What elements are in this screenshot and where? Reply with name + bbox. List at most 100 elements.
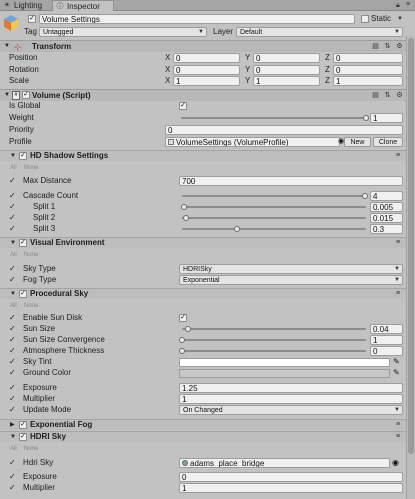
preset-icon[interactable]: ⇅ — [384, 43, 391, 50]
sun-size-field[interactable]: 0.04 — [370, 324, 403, 334]
exponential-fog-header[interactable]: ▶ ✓ Exponential Fog ≡ — [0, 419, 406, 430]
weight-slider-knob[interactable] — [363, 115, 369, 121]
cascade-count-slider-knob[interactable] — [362, 193, 368, 199]
override-checkmark[interactable]: ✓ — [9, 405, 16, 415]
override-checkmark[interactable]: ✓ — [9, 394, 16, 404]
help-book-icon[interactable]: ▤ — [372, 92, 379, 99]
sun-size-slider-track[interactable] — [182, 328, 366, 330]
eyedropper-icon[interactable]: ✎ — [393, 368, 400, 378]
override-checkmark[interactable]: ✓ — [9, 335, 16, 345]
clone-profile-button[interactable]: Clone — [373, 137, 403, 147]
component-menu-icon[interactable]: ≡ — [396, 421, 400, 429]
eyedropper-icon[interactable]: ✎ — [393, 357, 400, 367]
cascade-count-slider-track[interactable] — [182, 195, 366, 197]
fog-type-dropdown[interactable]: Exponential ▼ — [179, 275, 403, 285]
all-toggle[interactable]: All — [10, 164, 17, 172]
override-checkmark[interactable]: ✓ — [9, 313, 16, 323]
visual-environment-header[interactable]: ▼ ✓ Visual Environment ≡ — [0, 237, 406, 248]
gameobject-active-checkbox[interactable]: ✓ — [28, 15, 36, 23]
split2-field[interactable]: 0.015 — [370, 213, 403, 223]
transform-header[interactable]: ▼ ⊹ Transform ▤ ⇅ ⚙ — [0, 40, 406, 52]
split1-slider-track[interactable] — [182, 206, 366, 208]
tag-dropdown[interactable]: Untagged ▼ — [39, 27, 207, 37]
sun-size-convergence-field[interactable]: 1 — [370, 335, 403, 345]
split3-field[interactable]: 0.3 — [370, 224, 403, 234]
override-checkmark[interactable]: ✓ — [9, 202, 16, 212]
split2-slider-knob[interactable] — [183, 215, 189, 221]
split3-slider-knob[interactable] — [234, 226, 240, 232]
override-checkmark[interactable]: ✓ — [9, 483, 16, 493]
scale-z-field[interactable]: 1 — [333, 76, 403, 86]
component-menu-icon[interactable]: ≡ — [396, 290, 400, 298]
override-checkmark[interactable]: ✓ — [9, 383, 16, 393]
override-checkmark[interactable]: ✓ — [9, 357, 16, 367]
component-menu-icon[interactable]: ≡ — [396, 239, 400, 247]
preset-icon[interactable]: ⇅ — [384, 92, 391, 99]
procedural-sky-enabled-checkbox[interactable]: ✓ — [19, 290, 27, 298]
lock-icon[interactable]: 🔒︎ — [396, 2, 400, 10]
all-toggle[interactable]: All — [10, 302, 17, 310]
split1-field[interactable]: 0.005 — [370, 202, 403, 212]
sun-size-convergence-slider-knob[interactable] — [179, 337, 185, 343]
max-distance-field[interactable]: 700 — [179, 176, 403, 186]
all-toggle[interactable]: All — [10, 445, 17, 453]
object-picker-icon[interactable]: ◉ — [392, 458, 399, 468]
override-checkmark[interactable]: ✓ — [9, 458, 16, 468]
priority-field[interactable]: 0 — [165, 125, 403, 135]
hdri-sky-field[interactable]: adams_place_bridge — [179, 458, 390, 468]
help-book-icon[interactable]: ▤ — [372, 43, 379, 50]
sky-tint-color-field[interactable] — [179, 358, 390, 367]
sky-type-dropdown[interactable]: HDRISky ▼ — [179, 264, 403, 274]
hdri-sky-header[interactable]: ▼ ✓ HDRI Sky ≡ — [0, 431, 406, 442]
component-menu-icon[interactable]: ≡ — [396, 152, 400, 160]
static-checkbox[interactable] — [361, 15, 369, 23]
split1-slider-knob[interactable] — [181, 204, 187, 210]
gear-icon[interactable]: ⚙ — [396, 92, 403, 99]
override-checkmark[interactable]: ✓ — [9, 346, 16, 356]
volume-enabled-checkbox[interactable]: ✓ — [22, 91, 30, 99]
procedural-sky-header[interactable]: ▼ ✓ Procedural Sky ≡ — [0, 288, 406, 299]
new-profile-button[interactable]: New — [344, 137, 371, 147]
override-checkmark[interactable]: ✓ — [9, 368, 16, 378]
atmosphere-thickness-field[interactable]: 0 — [370, 346, 403, 356]
scale-y-field[interactable]: 1 — [253, 76, 320, 86]
hdri-multiplier-field[interactable]: 1 — [179, 483, 403, 493]
override-checkmark[interactable]: ✓ — [9, 224, 16, 234]
scrollbar-thumb[interactable] — [408, 38, 414, 454]
component-menu-icon[interactable]: ≡ — [396, 433, 400, 441]
override-checkmark[interactable]: ✓ — [9, 472, 16, 482]
split2-slider-track[interactable] — [182, 217, 366, 219]
all-toggle[interactable]: All — [10, 251, 17, 259]
enable-sun-disk-checkbox[interactable]: ✓ — [179, 314, 187, 322]
profile-field[interactable]: VolumeSettings (VolumeProfile) — [165, 137, 340, 147]
volume-header[interactable]: ▼ # ✓ Volume (Script) ▤ ⇅ ⚙ — [0, 89, 406, 101]
override-checkmark[interactable]: ✓ — [9, 191, 16, 201]
position-z-field[interactable]: 0 — [333, 53, 403, 63]
update-mode-dropdown[interactable]: On Changed ▼ — [179, 405, 403, 415]
is-global-checkbox[interactable]: ✓ — [179, 102, 187, 110]
override-checkmark[interactable]: ✓ — [9, 213, 16, 223]
rotation-y-field[interactable]: 0 — [253, 65, 320, 75]
tab-inspector[interactable]: ⓘ Inspector — [52, 0, 114, 11]
visual-environment-enabled-checkbox[interactable]: ✓ — [19, 239, 27, 247]
exposure-field[interactable]: 1.25 — [179, 383, 403, 393]
rotation-z-field[interactable]: 0 — [333, 65, 403, 75]
override-checkmark[interactable]: ✓ — [9, 324, 16, 334]
atmosphere-thickness-slider-track[interactable] — [182, 350, 366, 352]
ground-color-field[interactable] — [179, 369, 390, 378]
hd-shadow-enabled-checkbox[interactable]: ✓ — [19, 152, 27, 160]
none-toggle[interactable]: None — [24, 445, 38, 453]
static-dropdown-icon[interactable]: ▼ — [397, 15, 403, 23]
position-x-field[interactable]: 0 — [173, 53, 240, 63]
sun-size-slider-knob[interactable] — [185, 326, 191, 332]
sun-size-convergence-slider-track[interactable] — [182, 339, 366, 341]
exponential-fog-enabled-checkbox[interactable]: ✓ — [19, 421, 27, 429]
gameobject-name-field[interactable]: Volume Settings — [39, 14, 355, 24]
multiplier-field[interactable]: 1 — [179, 394, 403, 404]
none-toggle[interactable]: None — [24, 164, 38, 172]
weight-field[interactable]: 1 — [370, 113, 403, 123]
atmosphere-thickness-slider-knob[interactable] — [179, 348, 185, 354]
split3-slider-track[interactable] — [182, 228, 366, 230]
override-checkmark[interactable]: ✓ — [9, 275, 16, 285]
position-y-field[interactable]: 0 — [253, 53, 320, 63]
